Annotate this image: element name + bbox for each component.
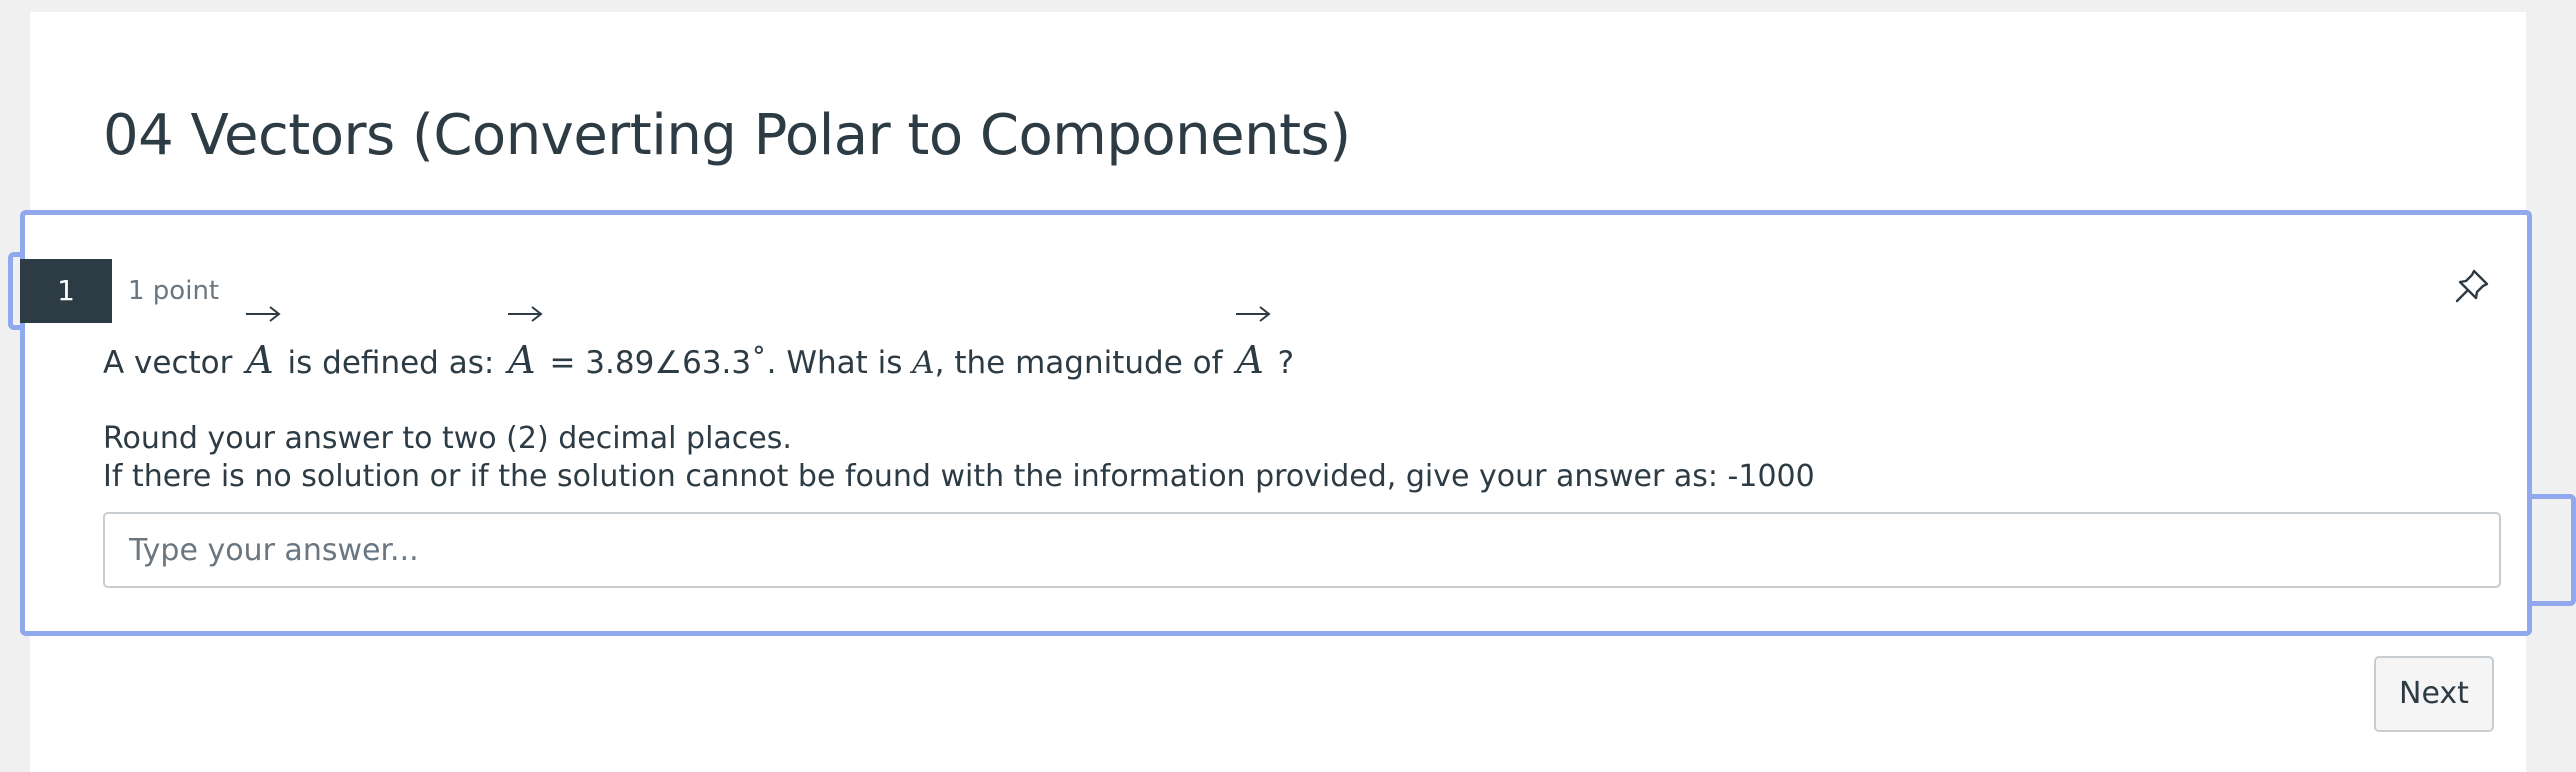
question-instructions: Round your answer to two (2) decimal pla… — [103, 420, 1815, 496]
question-number-badge: 1 — [20, 259, 112, 323]
magnitude-symbol: A — [912, 345, 935, 381]
question-text-part1: A vector — [103, 345, 243, 381]
quiz-title: 04 Vectors (Converting Polar to Componen… — [103, 103, 1351, 168]
vector-a-symbol: A — [242, 306, 281, 400]
focus-frame-right — [2528, 494, 2576, 606]
instruction-rounding: Round your answer to two (2) decimal pla… — [103, 421, 792, 456]
next-button[interactable]: Next — [2374, 656, 2494, 732]
vector-arrow-icon — [1236, 306, 1272, 322]
instruction-no-solution: If there is no solution or if the soluti… — [103, 459, 1815, 494]
question-text: A vector A is defined as: A = 3.89∠63.3˚… — [103, 306, 1295, 403]
question-text-part2: is defined as: — [277, 345, 505, 381]
vector-arrow-icon — [246, 306, 281, 322]
question-text-part5: ? — [1267, 345, 1295, 381]
vector-a-symbol-3: A — [1232, 306, 1272, 400]
vector-arrow-icon — [508, 306, 543, 322]
vector-a-symbol-2: A — [504, 306, 543, 400]
answer-input[interactable] — [103, 512, 2501, 588]
question-points: 1 point — [128, 276, 220, 306]
question-text-part4: , the magnitude of — [934, 345, 1233, 381]
question-text-part3: = 3.89∠63.3˚. What is — [539, 345, 913, 381]
pin-icon[interactable] — [2452, 266, 2492, 306]
